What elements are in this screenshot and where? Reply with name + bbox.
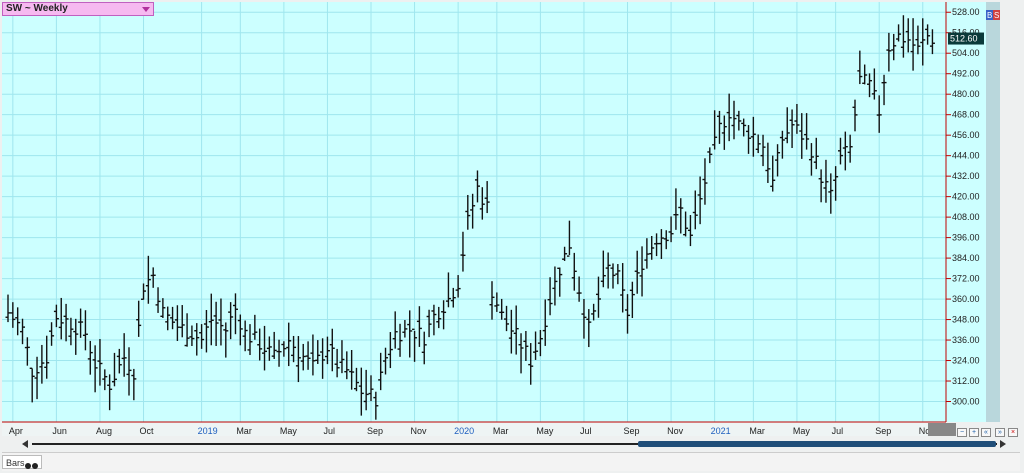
y-tick-label: 348.00 — [952, 315, 980, 325]
bars-tab[interactable]: Bars — [2, 455, 42, 469]
zoom-in-icon[interactable]: + — [969, 428, 979, 437]
sell-button-label: S — [994, 11, 999, 20]
side-panel — [986, 2, 1000, 422]
status-bar: Bars — [2, 452, 1020, 471]
y-tick-label: 480.00 — [952, 89, 980, 99]
x-tick-label: Mar — [749, 426, 765, 436]
bars-tab-label: Bars — [6, 458, 25, 468]
x-tick-label: Aug — [96, 426, 112, 436]
y-tick-label: 336.00 — [952, 335, 980, 345]
chevron-down-icon[interactable] — [142, 7, 150, 12]
x-tick-label: Mar — [493, 426, 509, 436]
y-tick-label: 504.00 — [952, 48, 980, 58]
x-tick-label: May — [280, 426, 298, 436]
scroll-right-arrow-icon[interactable] — [1000, 440, 1006, 448]
y-tick-label: 300.00 — [952, 397, 980, 407]
scroll-thumb[interactable] — [638, 441, 996, 447]
y-tick-label: 372.00 — [952, 274, 980, 284]
link-icon — [24, 459, 38, 473]
symbol-title: SW ~ Weekly — [6, 3, 68, 14]
x-tick-label: 2020 — [454, 426, 474, 436]
y-tick-label: 312.00 — [952, 376, 980, 386]
x-tick-label: Mar — [236, 426, 252, 436]
x-tick-label: Oct — [140, 426, 155, 436]
scroll-left-arrow-icon[interactable] — [22, 440, 28, 448]
x-tick-label: Sep — [624, 426, 640, 436]
y-tick-label: 420.00 — [952, 192, 980, 202]
zoom-out-icon[interactable]: − — [957, 428, 967, 437]
corner-block — [928, 423, 956, 436]
x-tick-label: 2019 — [198, 426, 218, 436]
x-tick-label: Jun — [52, 426, 67, 436]
x-tick-label: 2021 — [711, 426, 731, 436]
y-tick-label: 492.00 — [952, 69, 980, 79]
x-tick-label: Nov — [667, 426, 684, 436]
scroll-end-icon[interactable]: » — [995, 428, 1005, 437]
price-chart[interactable]: 300.00 312.00 324.00 336.00 348.00 360.00 372.… — [2, 2, 1018, 438]
y-tick-label: 432.00 — [952, 171, 980, 181]
symbol-selector[interactable]: SW ~ Weekly — [2, 2, 154, 16]
x-tick-label: Sep — [367, 426, 383, 436]
scroll-start-icon[interactable]: « — [981, 428, 991, 437]
x-tick-label: Jul — [323, 426, 335, 436]
buy-button-label: B — [987, 11, 992, 20]
last-price-label: 512.60 — [950, 34, 978, 44]
x-tick-label: Nov — [411, 426, 428, 436]
y-tick-label: 324.00 — [952, 356, 980, 366]
time-scrollbar[interactable] — [2, 440, 1006, 448]
x-tick-label: Jul — [832, 426, 844, 436]
x-tick-label: May — [793, 426, 811, 436]
y-tick-label: 456.00 — [952, 130, 980, 140]
y-tick-label: 468.00 — [952, 110, 980, 120]
x-tick-label: Apr — [9, 426, 23, 436]
x-tick-label: Sep — [875, 426, 891, 436]
x-tick-label: Jul — [580, 426, 592, 436]
x-tick-label: May — [536, 426, 554, 436]
y-tick-label: 528.00 — [952, 7, 980, 17]
chart-window: 300.00 312.00 324.00 336.00 348.00 360.00 372.… — [0, 0, 1024, 472]
y-tick-label: 360.00 — [952, 294, 980, 304]
y-tick-label: 384.00 — [952, 253, 980, 263]
close-icon[interactable]: × — [1008, 428, 1018, 437]
y-tick-label: 408.00 — [952, 212, 980, 222]
y-tick-label: 444.00 — [952, 151, 980, 161]
y-tick-label: 396.00 — [952, 233, 980, 243]
